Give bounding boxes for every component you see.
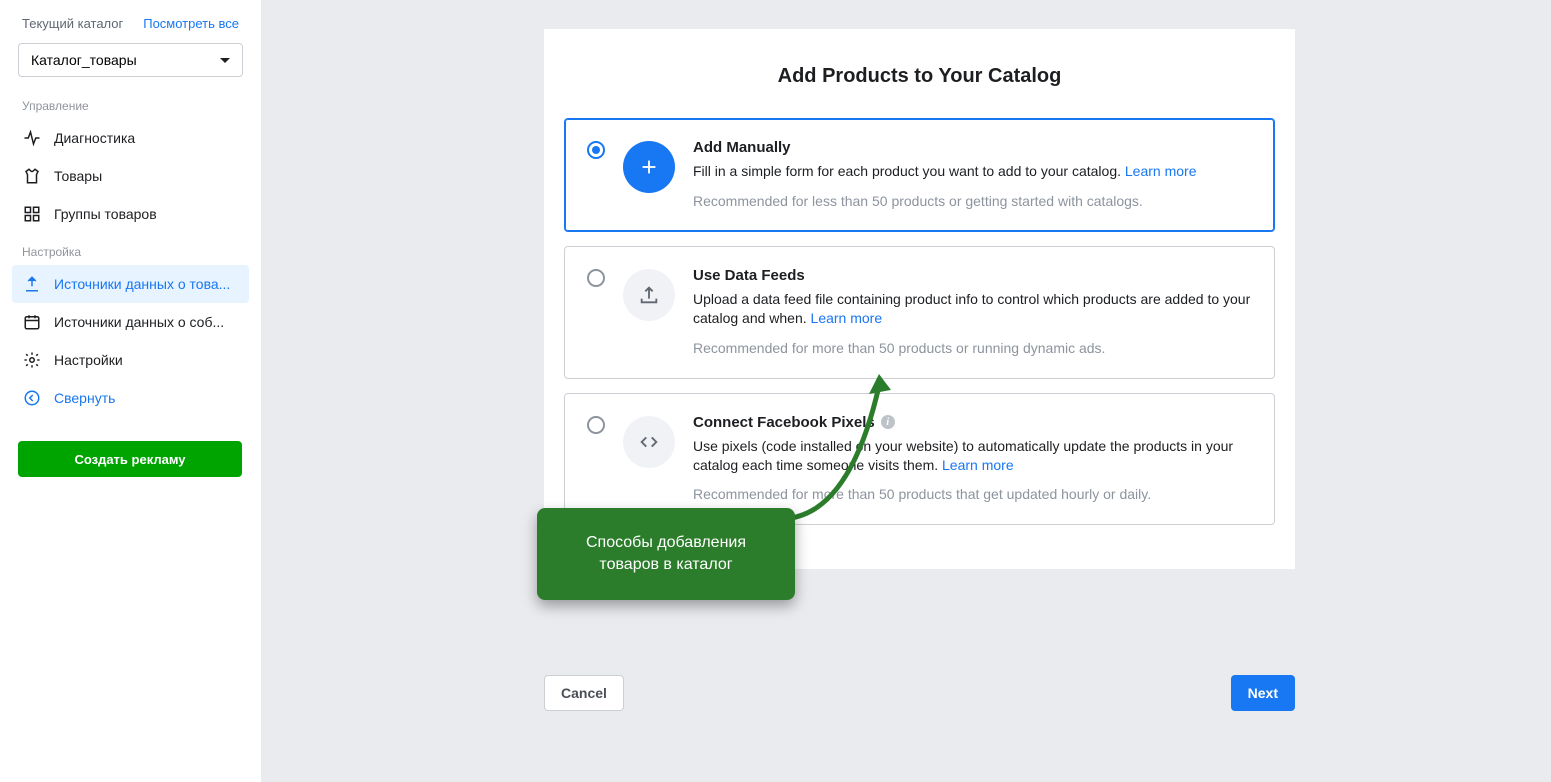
option-description: Fill in a simple form for each product y… — [693, 162, 1252, 181]
learn-more-link[interactable]: Learn more — [1125, 163, 1197, 179]
sidebar-item-products[interactable]: Товары — [12, 157, 249, 195]
sidebar-item-label: Группы товаров — [54, 206, 239, 222]
footer-row: Cancel Next — [544, 675, 1295, 711]
panel-title: Add Products to Your Catalog — [564, 65, 1275, 88]
option-description: Use pixels (code installed on your websi… — [693, 437, 1252, 475]
current-catalog-label: Текущий каталог — [22, 16, 123, 31]
option-title-text: Connect Facebook Pixels — [693, 414, 875, 431]
option-title: Connect Facebook Pixels i — [693, 414, 1252, 431]
option-title: Use Data Feeds — [693, 267, 1252, 284]
sidebar-item-collapse[interactable]: Свернуть — [12, 379, 249, 417]
option-body: Add Manually Fill in a simple form for e… — [693, 139, 1252, 209]
option-use-data-feeds[interactable]: Use Data Feeds Upload a data feed file c… — [564, 246, 1275, 379]
sidebar: Текущий каталог Посмотреть все Каталог_т… — [0, 0, 261, 782]
add-products-panel: Add Products to Your Catalog Add Manuall… — [544, 29, 1295, 569]
upload-tray-icon — [623, 269, 675, 321]
section-label-manage: Управление — [12, 87, 249, 119]
next-button[interactable]: Next — [1231, 675, 1295, 711]
chevron-down-icon — [220, 58, 230, 63]
option-add-manually[interactable]: Add Manually Fill in a simple form for e… — [564, 118, 1275, 232]
option-connect-pixels[interactable]: Connect Facebook Pixels i Use pixels (co… — [564, 393, 1275, 526]
sidebar-item-data-sources-events[interactable]: Источники данных о соб... — [12, 303, 249, 341]
option-title-text: Use Data Feeds — [693, 267, 805, 284]
calendar-icon — [22, 312, 42, 332]
option-title-text: Add Manually — [693, 139, 791, 156]
radio-use-data-feeds[interactable] — [587, 269, 605, 287]
sidebar-item-label: Источники данных о това... — [54, 276, 239, 292]
option-recommendation: Recommended for more than 50 products or… — [693, 340, 1252, 356]
sidebar-item-label: Товары — [54, 168, 239, 184]
learn-more-link[interactable]: Learn more — [942, 457, 1014, 473]
option-body: Use Data Feeds Upload a data feed file c… — [693, 267, 1252, 356]
option-description: Upload a data feed file containing produ… — [693, 290, 1252, 328]
option-recommendation: Recommended for less than 50 products or… — [693, 193, 1252, 209]
catalog-dropdown[interactable]: Каталог_товары — [18, 43, 243, 77]
option-desc-text: Upload a data feed file containing produ… — [693, 291, 1250, 326]
upload-icon — [22, 274, 42, 294]
sidebar-item-product-groups[interactable]: Группы товаров — [12, 195, 249, 233]
learn-more-link[interactable]: Learn more — [811, 310, 883, 326]
annotation-callout: Способы добавления товаров в каталог — [537, 508, 795, 600]
sidebar-item-settings[interactable]: Настройки — [12, 341, 249, 379]
chevron-left-circle-icon — [22, 388, 42, 408]
sidebar-item-data-sources-products[interactable]: Источники данных о това... — [12, 265, 249, 303]
option-recommendation: Recommended for more than 50 products th… — [693, 486, 1252, 502]
sidebar-item-diagnostics[interactable]: Диагностика — [12, 119, 249, 157]
cancel-button[interactable]: Cancel — [544, 675, 624, 711]
info-icon[interactable]: i — [881, 415, 895, 429]
option-title: Add Manually — [693, 139, 1252, 156]
option-body: Connect Facebook Pixels i Use pixels (co… — [693, 414, 1252, 503]
section-label-setup: Настройка — [12, 233, 249, 265]
radio-connect-pixels[interactable] — [587, 416, 605, 434]
create-ad-button[interactable]: Создать рекламу — [18, 441, 242, 477]
activity-icon — [22, 128, 42, 148]
plus-circle-icon — [623, 141, 675, 193]
sidebar-item-label: Источники данных о соб... — [54, 314, 239, 330]
code-icon — [623, 416, 675, 468]
radio-add-manually[interactable] — [587, 141, 605, 159]
catalog-dropdown-value: Каталог_товары — [31, 52, 137, 68]
main-area: Add Products to Your Catalog Add Manuall… — [261, 0, 1551, 782]
sidebar-item-label: Свернуть — [54, 390, 239, 406]
sidebar-header-row: Текущий каталог Посмотреть все — [12, 10, 249, 37]
view-all-link[interactable]: Посмотреть все — [143, 16, 239, 31]
sidebar-item-label: Настройки — [54, 352, 239, 368]
grid-icon — [22, 204, 42, 224]
gear-icon — [22, 350, 42, 370]
sidebar-item-label: Диагностика — [54, 130, 239, 146]
shirt-icon — [22, 166, 42, 186]
option-desc-text: Fill in a simple form for each product y… — [693, 163, 1125, 179]
